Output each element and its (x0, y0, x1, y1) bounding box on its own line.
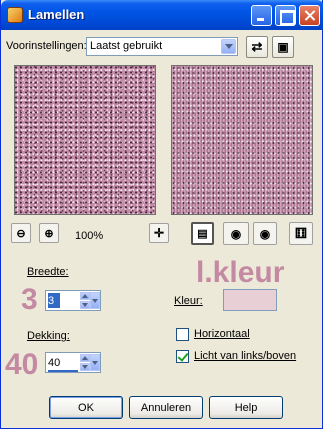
width-dropdown-icon[interactable] (90, 292, 100, 309)
title-bar[interactable]: Lamellen (1, 0, 323, 30)
opacity-input[interactable] (48, 355, 78, 370)
cancel-button[interactable]: Annuleren (129, 396, 203, 419)
presets-label: Voorinstellingen: (6, 40, 87, 52)
width-spin-buttons[interactable] (80, 292, 90, 309)
chevron-down-icon (221, 39, 236, 54)
randomize-icon: ⚅ (294, 225, 308, 241)
reset-icon: ⇄ (251, 39, 263, 54)
pan-icon: ✛ (153, 226, 165, 240)
horizontal-checkbox[interactable] (176, 328, 189, 341)
original-preview[interactable] (14, 65, 156, 215)
opacity-slider[interactable] (48, 370, 78, 372)
width-label: Breedte: (27, 266, 69, 278)
spin-down-icon[interactable] (80, 363, 90, 371)
spin-up-icon[interactable] (80, 292, 90, 300)
zoom-in-icon: ⊕ (44, 227, 54, 240)
spin-up-icon[interactable] (80, 354, 90, 362)
width-stepper[interactable] (45, 290, 101, 311)
zoom-out-icon: ⊖ (16, 227, 26, 240)
opacity-spin-buttons[interactable] (80, 354, 90, 371)
pan-button[interactable]: ✛ (149, 223, 169, 243)
close-icon[interactable] (299, 5, 320, 26)
opacity-label: Dekking: (27, 330, 70, 342)
result-preview[interactable] (171, 65, 313, 215)
color-label: Kleur: (174, 295, 203, 307)
randomize-button[interactable]: ⚅ (289, 222, 313, 245)
opacity-dropdown-icon[interactable] (90, 354, 100, 371)
save-icon: ▣ (277, 40, 289, 54)
save-preset-button[interactable]: ▣ (272, 36, 294, 58)
horizontal-label: Horizontaal (194, 328, 250, 340)
ok-button[interactable]: OK (49, 396, 123, 419)
help-button[interactable]: Help (209, 396, 283, 419)
opacity-stepper[interactable] (45, 352, 101, 373)
presets-dropdown[interactable]: Laatst gebruikt (86, 37, 238, 56)
minimize-icon[interactable] (251, 5, 272, 26)
reset-button[interactable]: ⇄ (246, 36, 268, 58)
maximize-icon[interactable] (275, 5, 296, 26)
app-icon (7, 7, 23, 23)
zoom-level: 100% (75, 230, 104, 242)
color-overlay: l.kleur (196, 256, 285, 289)
light-label: Licht van links/boven (194, 350, 297, 362)
window-title: Lamellen (28, 7, 85, 22)
auto-proof-button[interactable]: ◉ (223, 222, 249, 245)
opacity-overlay: 40 (5, 348, 39, 381)
spin-down-icon[interactable] (80, 301, 90, 309)
auto-proof-icon: ◉ (230, 226, 242, 241)
light-checkbox[interactable] (176, 350, 189, 363)
preview-icon: ◉ (259, 226, 271, 241)
width-input[interactable] (48, 293, 60, 308)
zoom-out-button[interactable]: ⊖ (11, 223, 31, 243)
preview-button[interactable]: ◉ (253, 222, 277, 245)
proof-button[interactable]: ▤ (191, 222, 214, 245)
width-overlay: 3 (21, 283, 38, 316)
presets-value: Laatst gebruikt (90, 40, 163, 52)
dialog-window: Lamellen Voorinstellingen: Laatst gebrui… (0, 0, 323, 429)
zoom-in-button[interactable]: ⊕ (39, 223, 59, 243)
proof-icon: ▤ (197, 228, 208, 240)
color-swatch[interactable] (223, 289, 277, 311)
